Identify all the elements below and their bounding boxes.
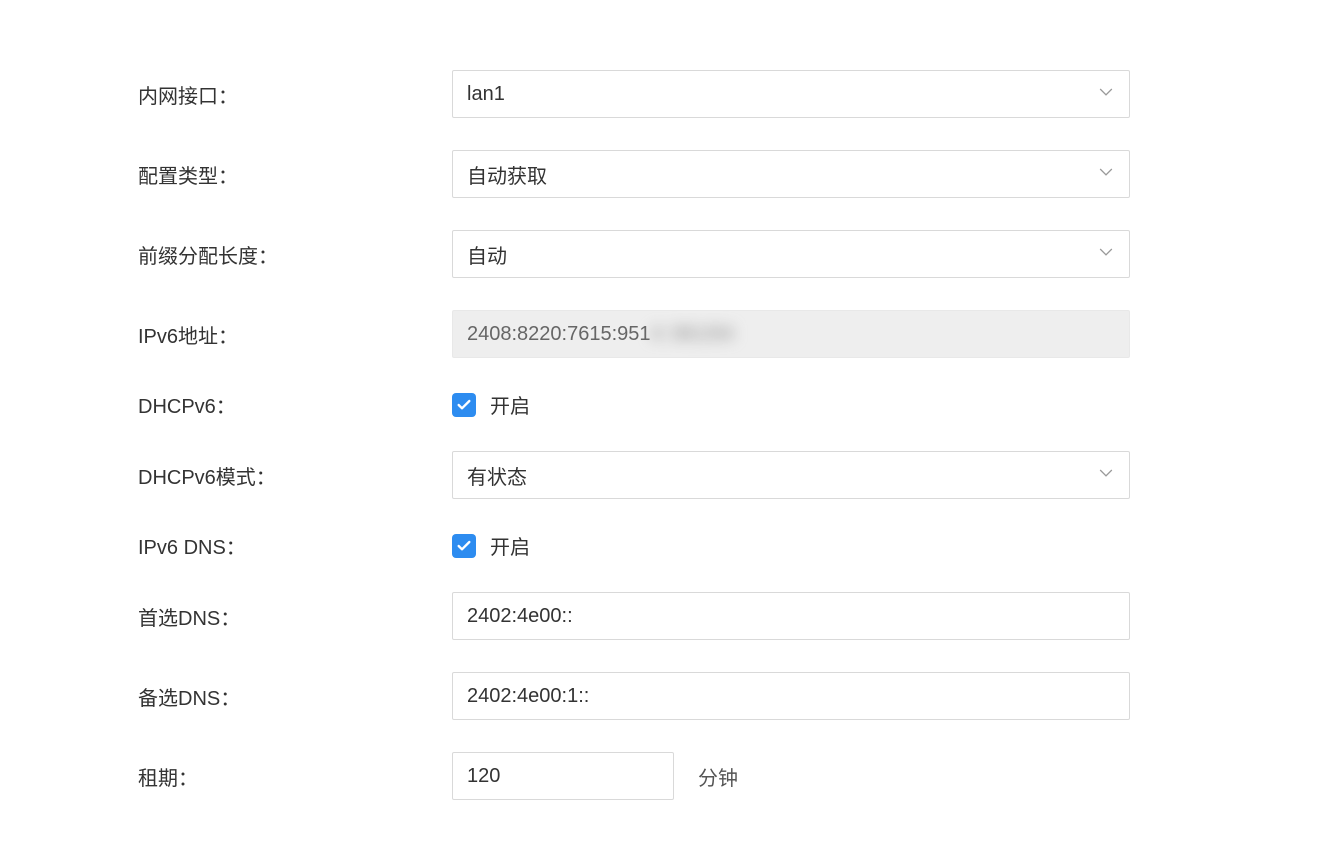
- ipv6-address-label: IPv6地址：: [138, 320, 452, 349]
- lease-unit: 分钟: [698, 762, 738, 791]
- dhcpv6-checkbox-label: 开启: [490, 390, 530, 419]
- ipv6-address-value-blurred: 4::961/64: [651, 323, 734, 346]
- dhcpv6-mode-value: 有状态: [467, 461, 527, 490]
- dhcpv6-label: DHCPv6：: [138, 390, 452, 419]
- primary-dns-label: 首选DNS：: [138, 602, 452, 631]
- check-icon: [456, 538, 472, 554]
- lan-interface-value: lan1: [467, 83, 505, 106]
- prefix-length-row: 前缀分配长度： 自动: [138, 230, 1332, 278]
- config-type-row: 配置类型： 自动获取: [138, 150, 1332, 198]
- dhcpv6-row: DHCPv6： 开启: [138, 390, 1332, 419]
- ipv6-dns-checkbox[interactable]: [452, 534, 476, 558]
- primary-dns-input[interactable]: [452, 592, 1130, 640]
- secondary-dns-row: 备选DNS：: [138, 672, 1332, 720]
- config-type-value: 自动获取: [467, 160, 547, 189]
- ipv6-dns-checkbox-label: 开启: [490, 531, 530, 560]
- prefix-length-select[interactable]: 自动: [452, 230, 1130, 278]
- ipv6-address-value-visible: 2408:8220:7615:951: [467, 323, 651, 346]
- prefix-length-label: 前缀分配长度：: [138, 240, 452, 269]
- secondary-dns-input[interactable]: [452, 672, 1130, 720]
- ipv6-dns-label: IPv6 DNS：: [138, 531, 452, 560]
- lease-input[interactable]: [452, 752, 674, 800]
- lan-interface-row: 内网接口： lan1: [138, 70, 1332, 118]
- ipv6-config-form: 内网接口： lan1 配置类型： 自动获取: [0, 70, 1332, 800]
- config-type-select[interactable]: 自动获取: [452, 150, 1130, 198]
- dhcpv6-checkbox[interactable]: [452, 393, 476, 417]
- dhcpv6-mode-select[interactable]: 有状态: [452, 451, 1130, 499]
- dhcpv6-mode-label: DHCPv6模式：: [138, 461, 452, 490]
- lan-interface-select[interactable]: lan1: [452, 70, 1130, 118]
- check-icon: [456, 397, 472, 413]
- ipv6-address-field: 2408:8220:7615:9514::961/64: [452, 310, 1130, 358]
- prefix-length-value: 自动: [467, 240, 507, 269]
- ipv6-dns-row: IPv6 DNS： 开启: [138, 531, 1332, 560]
- lan-interface-label: 内网接口：: [138, 80, 452, 109]
- secondary-dns-label: 备选DNS：: [138, 682, 452, 711]
- ipv6-address-row: IPv6地址： 2408:8220:7615:9514::961/64: [138, 310, 1332, 358]
- lease-row: 租期： 分钟: [138, 752, 1332, 800]
- dhcpv6-mode-row: DHCPv6模式： 有状态: [138, 451, 1332, 499]
- primary-dns-row: 首选DNS：: [138, 592, 1332, 640]
- config-type-label: 配置类型：: [138, 160, 452, 189]
- lease-label: 租期：: [138, 762, 452, 791]
